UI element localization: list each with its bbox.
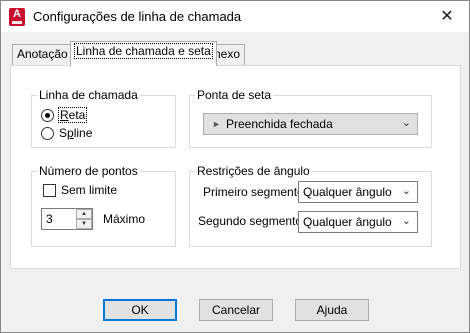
first-segment-value: Qualquer ângulo (303, 185, 392, 199)
radio-spline[interactable]: Spline (41, 126, 121, 142)
arrowhead-group: Ponta de seta ► Preenchida fechada ⌄ (189, 88, 432, 148)
angle-constraints-group-title: Restrições de ângulo (195, 164, 312, 178)
second-segment-dropdown[interactable]: Qualquer ângulo ⌄ (298, 211, 418, 233)
cancel-button[interactable]: Cancelar (199, 299, 273, 321)
close-button[interactable]: ✕ (425, 1, 469, 32)
chevron-down-icon: ⌄ (401, 185, 411, 197)
close-icon: ✕ (440, 8, 454, 25)
tab-panel: Linha de chamada Reta Spline Ponta de se… (10, 65, 461, 269)
max-label: Máximo (103, 212, 146, 226)
help-button[interactable]: Ajuda (295, 299, 369, 321)
tab-annotation-label: Anotação (17, 47, 68, 61)
autocad-app-icon: A (9, 8, 25, 26)
radio-spline-label-rest: line (73, 126, 93, 140)
tab-leader-line-and-arrow[interactable]: Linha de chamada e seta (70, 41, 217, 66)
leader-line-group-title: Linha de chamada (37, 88, 140, 102)
chevron-down-icon: ⌄ (401, 215, 411, 227)
radio-straight-label: Reta (57, 107, 88, 123)
number-of-points-group-title: Número de pontos (37, 164, 140, 178)
help-label-pre: A (316, 303, 325, 317)
ok-button[interactable]: OK (103, 299, 177, 321)
radio-spline-label: Spline (59, 126, 92, 140)
points-spinner[interactable]: 3 ▲ ▼ (41, 208, 93, 230)
spinner-down-icon[interactable]: ▼ (76, 219, 92, 229)
radio-straight[interactable]: Reta (41, 107, 121, 124)
angle-constraints-group: Restrições de ângulo Primeiro segmento: … (189, 164, 432, 247)
first-segment-dropdown[interactable]: Qualquer ângulo ⌄ (298, 181, 418, 203)
radio-spline-mnemonic: p (67, 126, 74, 140)
number-of-points-group: Número de pontos Sem limite 3 ▲ ▼ Máximo (31, 164, 176, 247)
leader-line-group: Linha de chamada Reta Spline (31, 88, 176, 148)
arrow-right-icon: ► (212, 119, 221, 129)
arrowhead-group-title: Ponta de seta (195, 88, 274, 102)
no-limit-checkbox[interactable]: Sem limite (43, 183, 133, 199)
app-icon-letter: A (13, 8, 21, 20)
points-value: 3 (46, 212, 53, 226)
arrowhead-dropdown[interactable]: ► Preenchida fechada ⌄ (203, 113, 418, 135)
radio-straight-label-rest: eta (68, 108, 86, 122)
no-limit-label: Sem limite (61, 183, 118, 197)
ok-button-label: OK (131, 303, 149, 317)
dialog-window: A Configurações de linha de chamada ✕ An… (0, 0, 470, 333)
points-spinner-buttons: ▲ ▼ (76, 209, 92, 229)
radio-straight-indicator[interactable] (41, 109, 54, 122)
second-segment-label: Segundo segmento: (198, 214, 306, 228)
spinner-up-icon[interactable]: ▲ (76, 209, 92, 219)
help-button-label: Ajuda (317, 303, 348, 317)
radio-straight-mnemonic: R (60, 108, 69, 122)
radio-spline-indicator[interactable] (41, 127, 54, 140)
tab-leader-line-and-arrow-label: Linha de chamada e seta (74, 43, 213, 59)
app-icon-underline (12, 21, 22, 24)
no-limit-checkbox-box[interactable] (43, 184, 56, 197)
radio-spline-label-pre: S (59, 126, 68, 140)
chevron-down-icon: ⌄ (401, 117, 411, 129)
tab-annotation[interactable]: Anotação (12, 44, 73, 65)
second-segment-value: Qualquer ângulo (303, 215, 392, 229)
help-label-rest: uda (327, 303, 348, 317)
first-segment-label: Primeiro segmento: (203, 185, 308, 199)
cancel-button-label: Cancelar (211, 303, 261, 317)
arrowhead-dropdown-value: Preenchida fechada (226, 117, 333, 131)
title-bar: A Configurações de linha de chamada ✕ (1, 1, 469, 32)
window-title: Configurações de linha de chamada (33, 9, 242, 24)
